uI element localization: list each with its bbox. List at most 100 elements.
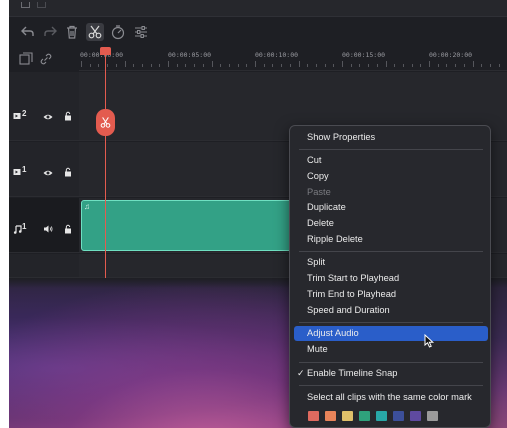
ruler-tick	[472, 61, 474, 67]
track-header-video-1: 1	[9, 142, 79, 197]
scissors-icon[interactable]	[86, 23, 104, 41]
add-track-icon[interactable]	[17, 50, 35, 68]
color-swatch[interactable]	[308, 411, 319, 421]
color-swatch[interactable]	[393, 411, 404, 421]
timeline-toolbar	[9, 17, 507, 47]
menu-separator	[299, 251, 483, 252]
color-swatch[interactable]	[376, 411, 387, 421]
ruler-tick	[394, 64, 396, 67]
ruler-tick	[350, 64, 352, 67]
ruler-tick	[402, 64, 404, 67]
ruler-tick	[307, 64, 309, 67]
ruler-tick	[272, 64, 274, 67]
menu-item-duplicate[interactable]: Duplicate	[294, 200, 488, 215]
menu-item-mute[interactable]: Mute	[294, 342, 488, 357]
menu-item-label: Copy	[307, 171, 329, 181]
ruler-tick	[481, 64, 483, 67]
eye-icon[interactable]	[43, 109, 53, 120]
lock-icon[interactable]	[63, 164, 73, 177]
ruler-label: 00:00:05:00	[168, 51, 212, 59]
ruler-tick	[420, 64, 422, 67]
menu-separator	[299, 149, 483, 150]
ruler-tick	[463, 64, 465, 67]
speed-icon[interactable]	[109, 23, 127, 41]
ruler-tick	[342, 61, 343, 67]
lock-icon[interactable]	[63, 221, 73, 234]
color-swatch[interactable]	[427, 411, 438, 421]
eye-icon[interactable]	[43, 165, 53, 176]
menu-item-cut[interactable]: Cut	[294, 153, 488, 168]
playhead[interactable]	[105, 54, 106, 278]
ruler-tick	[168, 61, 169, 67]
menu-item-show-properties[interactable]: Show Properties	[294, 130, 488, 145]
menu-item-label: Duplicate	[307, 202, 346, 212]
lock-icon[interactable]	[63, 108, 73, 121]
ruler-label: 00:00:15:00	[342, 51, 386, 59]
ruler-tick	[455, 64, 457, 67]
menu-item-trim-end[interactable]: Trim End to Playhead	[294, 287, 488, 302]
menu-item-ripple-delete[interactable]: Ripple Delete	[294, 232, 488, 247]
undo-icon[interactable]	[19, 23, 37, 41]
menu-separator	[299, 322, 483, 323]
ruler-tick	[150, 64, 152, 67]
menu-item-speed-duration[interactable]: Speed and Duration	[294, 303, 488, 318]
clip-music-icon: ♫	[84, 202, 90, 211]
ruler-label: 00:00:20:00	[429, 51, 473, 59]
ruler-tick	[489, 64, 491, 67]
ruler-tick	[324, 64, 326, 67]
trash-icon[interactable]	[63, 23, 81, 41]
menu-item-copy[interactable]: Copy	[294, 169, 488, 184]
link-icon[interactable]	[37, 50, 55, 68]
clip-context-menu: Show Properties Cut Copy Paste Duplicate…	[289, 125, 491, 428]
redo-icon[interactable]	[41, 23, 59, 41]
ruler-tick	[228, 64, 230, 67]
menu-item-label: Cut	[307, 155, 322, 165]
time-ruler[interactable]: 00:00:00:00 00:00:05:00 00:00:10:00 00:0…	[79, 47, 507, 71]
menu-item-label: Speed and Duration	[307, 305, 390, 315]
menu-item-split[interactable]: Split	[294, 255, 488, 270]
color-swatch[interactable]	[359, 411, 370, 421]
ruler-tick	[81, 61, 82, 67]
adjust-icon[interactable]	[132, 23, 150, 41]
ruler-tick	[107, 64, 109, 67]
menu-item-label: Adjust Audio	[307, 328, 359, 338]
ruler-tick	[141, 64, 143, 67]
ruler-tick	[237, 64, 239, 67]
playhead-cut-marker[interactable]	[96, 109, 115, 136]
menu-item-select-same-color[interactable]: Select all clips with the same color mar…	[294, 390, 488, 405]
track-header-audio-1: 1	[9, 198, 79, 253]
color-swatch[interactable]	[342, 411, 353, 421]
ruler-tick	[429, 61, 430, 67]
ruler-tick	[202, 64, 204, 67]
ruler-tick	[159, 64, 161, 67]
ruler-tick	[385, 61, 387, 67]
color-swatch[interactable]	[325, 411, 336, 421]
menu-item-enable-snap[interactable]: ✓ Enable Timeline Snap	[294, 366, 488, 381]
ruler-tick	[411, 64, 413, 67]
menu-item-delete[interactable]: Delete	[294, 216, 488, 231]
ruler-tick	[98, 64, 100, 67]
ruler-tick	[359, 64, 361, 67]
ruler-tick	[368, 64, 370, 67]
ruler-tick	[315, 64, 317, 67]
menu-item-label: Split	[307, 257, 326, 267]
ruler-tick	[498, 64, 500, 67]
menu-item-paste: Paste	[294, 185, 488, 200]
menu-item-label: Delete	[307, 218, 334, 228]
menu-item-label: Enable Timeline Snap	[307, 368, 398, 378]
ruler-tick	[376, 64, 378, 67]
color-swatch[interactable]	[410, 411, 421, 421]
speaker-icon[interactable]	[43, 221, 53, 233]
ruler-tick	[185, 64, 187, 67]
ruler-tick	[194, 64, 196, 67]
ruler-tick	[176, 64, 178, 67]
ruler-tick	[211, 61, 213, 67]
ruler-tick	[255, 61, 256, 67]
menu-item-trim-start[interactable]: Trim Start to Playhead	[294, 271, 488, 286]
menu-item-label: Trim Start to Playhead	[307, 273, 400, 283]
ruler-tick	[246, 64, 248, 67]
top-strip	[9, 0, 507, 17]
ruler-tick	[446, 64, 448, 67]
menu-item-adjust-audio[interactable]: Adjust Audio	[294, 326, 488, 341]
ruler-tick	[124, 61, 126, 67]
